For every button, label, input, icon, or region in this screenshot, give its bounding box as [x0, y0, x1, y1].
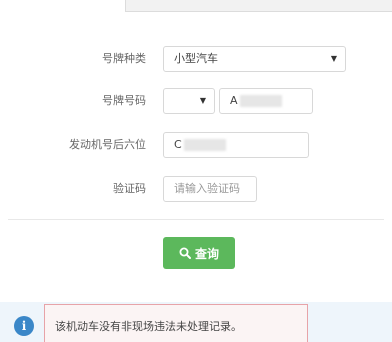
- engine-number-value: C: [174, 138, 182, 151]
- tab-active[interactable]: [0, 0, 126, 12]
- tab-bar: [0, 0, 392, 12]
- plate-number-label: 号牌号码: [102, 94, 146, 107]
- engine-number-label: 发动机号后六位: [69, 138, 146, 151]
- search-icon: [179, 247, 191, 259]
- captcha-placeholder: 请输入验证码: [174, 182, 240, 195]
- chevron-down-icon: ▼: [330, 54, 337, 63]
- captcha-input[interactable]: 请输入验证码: [163, 176, 257, 202]
- redacted-blur: [183, 139, 226, 151]
- plate-number-value: A: [230, 94, 238, 107]
- chevron-down-icon: ▼: [199, 96, 206, 105]
- plate-prefix-select[interactable]: ▼: [163, 88, 215, 114]
- search-button-label: 查询: [194, 246, 219, 261]
- plate-type-select[interactable]: 小型汽车 ▼: [163, 46, 346, 72]
- plate-type-label: 号牌种类: [102, 52, 146, 65]
- search-button[interactable]: 查询: [163, 237, 235, 269]
- info-icon: i: [14, 316, 34, 336]
- plate-number-input[interactable]: A: [219, 88, 313, 114]
- notice-message: 该机动车没有非现场违法未处理记录。: [44, 304, 308, 342]
- notice-text: 该机动车没有非现场违法未处理记录。: [55, 320, 242, 333]
- divider: [8, 219, 384, 220]
- captcha-label: 验证码: [113, 182, 146, 195]
- redacted-blur: [239, 95, 282, 107]
- plate-type-value: 小型汽车: [174, 52, 218, 65]
- engine-number-input[interactable]: C: [163, 132, 309, 158]
